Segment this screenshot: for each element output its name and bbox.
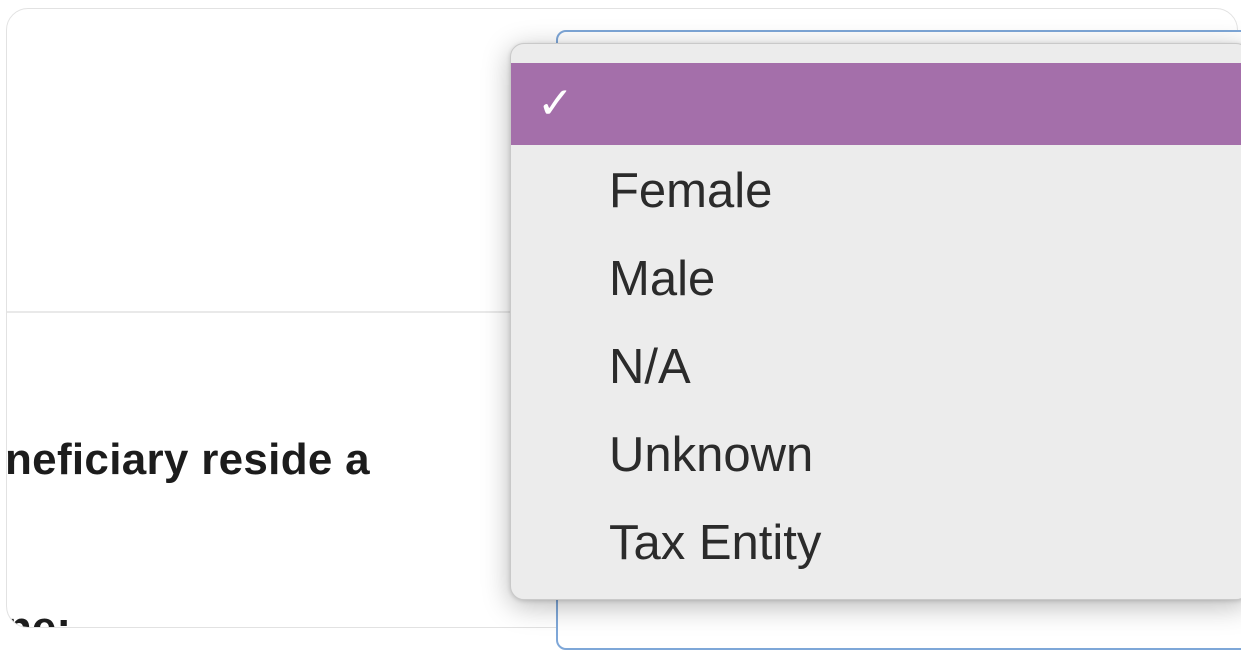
gender-dropdown-menu: ✓ Female Male N/A Unknown Tax Entity	[510, 43, 1241, 600]
dropdown-option-female[interactable]: Female	[511, 147, 1241, 235]
dropdown-option-na[interactable]: N/A	[511, 323, 1241, 411]
option-label: Male	[609, 252, 716, 306]
field-label: ne:	[6, 603, 71, 628]
dropdown-option-unknown[interactable]: Unknown	[511, 411, 1241, 499]
checkmark-icon: ✓	[537, 79, 574, 128]
option-label: Tax Entity	[609, 516, 822, 570]
dropdown-option-male[interactable]: Male	[511, 235, 1241, 323]
option-label: N/A	[609, 340, 691, 394]
question-label: neficiary reside a	[6, 435, 370, 484]
option-label: Female	[609, 164, 773, 218]
dropdown-option-tax-entity[interactable]: Tax Entity	[511, 499, 1241, 587]
option-label: Unknown	[609, 428, 814, 482]
dropdown-option-blank[interactable]: ✓	[511, 63, 1241, 145]
